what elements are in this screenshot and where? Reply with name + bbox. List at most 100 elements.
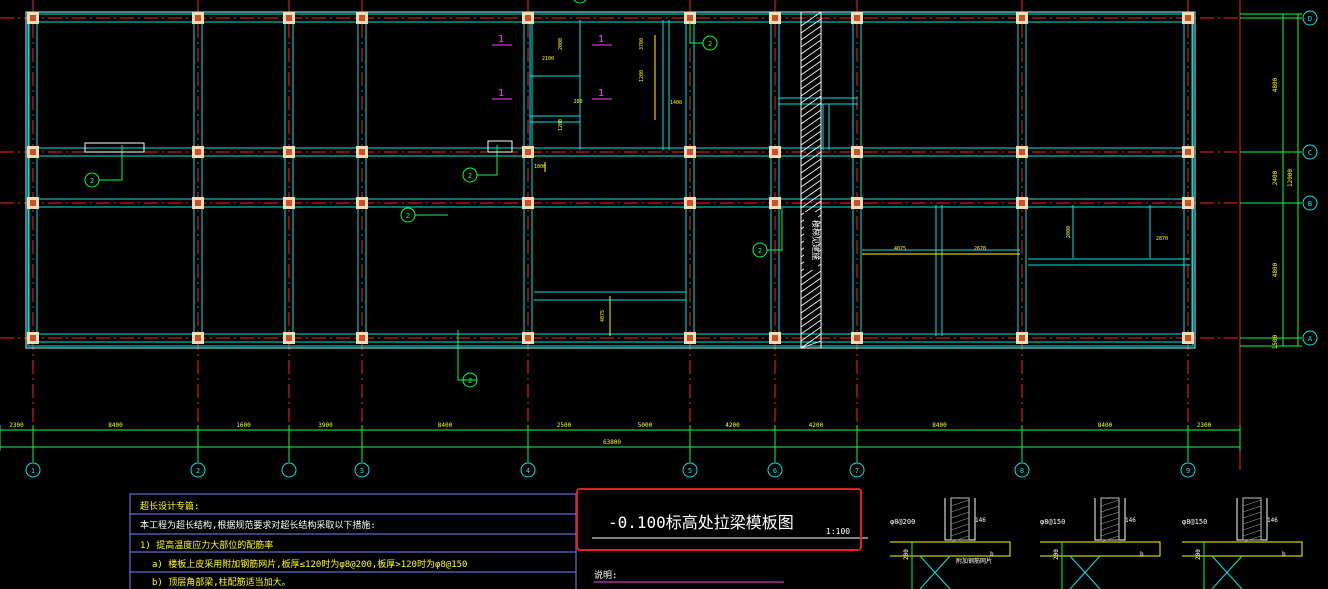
note-line2: 1) 提高温度应力大部位的配筋率	[140, 539, 273, 551]
column-core	[195, 335, 201, 341]
hatch-line	[800, 165, 822, 181]
detail-height-text: 200	[1195, 549, 1202, 560]
beam-tag-box	[487, 140, 513, 153]
detail-dim-text: 146	[1125, 517, 1136, 524]
dim-text: 2400	[1272, 170, 1279, 185]
misc-dim-text: 1200	[558, 119, 564, 131]
callout-number: 2	[468, 172, 472, 180]
row-bubble-label: B	[1308, 200, 1312, 208]
note-header: 超长设计专篇:	[140, 500, 199, 512]
column-core	[687, 335, 693, 341]
misc-dim-text: 200	[573, 99, 582, 105]
cad-canvas[interactable]: 楼梯见建施 1111222222221002000200120018001400…	[0, 0, 1328, 589]
column-core	[772, 335, 778, 341]
row-bubble-label: C	[1308, 149, 1312, 157]
dim-text: 12000	[1287, 169, 1294, 187]
hatch-line	[800, 18, 822, 34]
dim-text: 1500	[1272, 334, 1279, 349]
column-core	[525, 149, 531, 155]
detail-wall	[944, 498, 976, 541]
column-core	[1019, 149, 1025, 155]
detail-b-text: b	[990, 551, 994, 558]
column-core	[1019, 15, 1025, 21]
detail-hatch-line	[1242, 499, 1262, 507]
detail-b-text: b	[1140, 551, 1144, 558]
drawing-title: -0.100标高处拉梁模板图	[608, 513, 794, 532]
column-core	[854, 335, 860, 341]
column-core	[195, 200, 201, 206]
hatch-line	[800, 137, 822, 153]
hatch-line	[800, 277, 822, 293]
hatch-line	[800, 39, 822, 55]
axis-lines	[0, 0, 1241, 470]
column-core	[359, 335, 365, 341]
callout-number: 2	[468, 377, 472, 385]
dim-text: 8400	[932, 422, 947, 429]
misc-dim-text: 1200	[639, 70, 645, 82]
detail-hatch-line	[1100, 505, 1120, 513]
dim-text: 2300	[1197, 422, 1212, 429]
column-core	[687, 149, 693, 155]
detail-hatch-line	[950, 511, 970, 519]
misc-dim-text: 3700	[639, 38, 645, 50]
drawing-title-block[interactable]: -0.100标高处拉梁模板图 1:100	[576, 488, 868, 551]
misc-dim-text: 4075	[894, 246, 906, 252]
axis-bubble-label: 1	[31, 467, 35, 475]
axis-bubble-label: 8	[1020, 467, 1024, 475]
dim-text: 1600	[236, 422, 251, 429]
detail-hatch-line	[1100, 511, 1120, 519]
axis-bubble	[281, 462, 297, 478]
hatch-line	[800, 270, 822, 286]
hatch-line	[800, 81, 822, 97]
callout-number: 2	[90, 177, 94, 185]
detail-hatch-line	[1100, 529, 1120, 537]
column-core	[854, 149, 860, 155]
column-core	[525, 335, 531, 341]
dim-text: 8400	[438, 422, 453, 429]
misc-dim-text: 2100	[542, 56, 554, 62]
detail-hatch-line	[1100, 517, 1120, 525]
column-core	[286, 15, 292, 21]
hatch-line	[800, 46, 822, 62]
column-core	[286, 335, 292, 341]
stair-label: 楼梯见建施	[811, 220, 821, 260]
hatch-line	[800, 312, 822, 328]
dim-text: 8400	[1098, 422, 1113, 429]
callout-number: 2	[578, 0, 582, 1]
remark-label: 说明:	[594, 569, 617, 581]
hatch-line	[800, 151, 822, 167]
column-core	[1019, 200, 1025, 206]
column-core	[195, 149, 201, 155]
misc-dim-text: 2000	[1066, 226, 1072, 238]
dim-text: 2500	[557, 422, 572, 429]
detail-note: 附加钢筋网片	[956, 557, 992, 565]
column-core	[30, 335, 36, 341]
column-core	[359, 200, 365, 206]
dim-text: 4200	[809, 422, 824, 429]
note-line4: b) 顶层角部梁,柱配筋适当加大。	[152, 576, 291, 588]
column-core	[1185, 335, 1191, 341]
hatch-line	[800, 67, 822, 83]
hatch-line	[800, 179, 822, 195]
column-core	[1185, 149, 1191, 155]
axis-bubble-label: 5	[688, 467, 692, 475]
column-core	[1185, 200, 1191, 206]
dim-text: 4800	[1272, 77, 1279, 92]
dim-text: 4200	[725, 422, 740, 429]
axis-bubbles: 1 2 3 4 5 6 7 8 9 D C B A	[25, 10, 1318, 478]
column-core	[30, 200, 36, 206]
callout-number: 2	[758, 247, 762, 255]
detail-hatch-line	[1242, 529, 1262, 537]
column-core	[772, 200, 778, 206]
column-core	[772, 149, 778, 155]
hatch-line	[800, 158, 822, 174]
misc-dim-text: 2000	[558, 38, 564, 50]
hatch-line	[800, 74, 822, 90]
section-tag: 1	[598, 34, 604, 45]
misc-dim-text: 4075	[600, 310, 606, 322]
axis-bubble-label: 9	[1186, 467, 1190, 475]
misc-dim-text: 1400	[670, 100, 682, 106]
dim-text: 4800	[1272, 262, 1279, 277]
callout-number: 2	[708, 40, 712, 48]
detail-hatch-line	[950, 523, 970, 531]
